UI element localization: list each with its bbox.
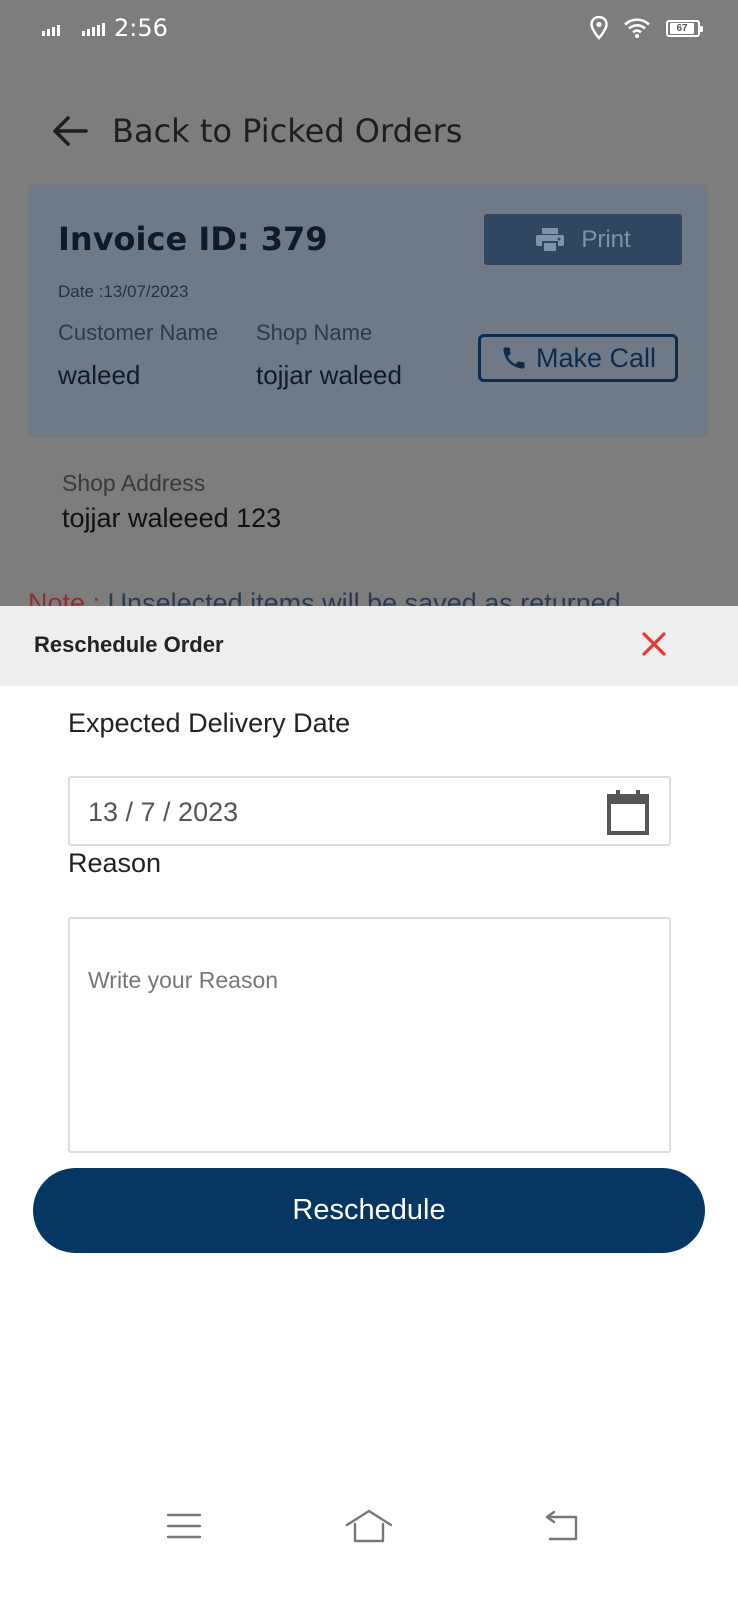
page-title: Back to Picked Orders — [112, 112, 463, 150]
signal-icon-2 — [82, 22, 105, 36]
print-button[interactable]: Print — [484, 214, 682, 265]
make-call-button[interactable]: Make Call — [478, 334, 678, 382]
battery-level: 67 — [670, 22, 694, 34]
invoice-date: Date :13/07/2023 — [58, 282, 189, 301]
system-nav-bar — [0, 1500, 738, 1600]
calendar-icon[interactable] — [607, 790, 649, 836]
status-time: 2:56 — [114, 14, 168, 42]
expected-delivery-date-input[interactable]: 13 / 7 / 2023 — [68, 776, 671, 846]
battery-icon: 67 — [666, 19, 703, 37]
phone-icon — [503, 347, 525, 369]
status-bar: 2:56 67 — [0, 0, 738, 60]
reschedule-button[interactable]: Reschedule — [33, 1168, 705, 1253]
menu-icon[interactable] — [166, 1512, 202, 1540]
background-page: 2:56 67 Back to Picked Orders Invoice ID… — [0, 0, 738, 606]
wifi-icon — [624, 18, 650, 38]
reason-placeholder: Write your Reason — [88, 967, 279, 993]
back-nav-icon[interactable] — [542, 1510, 582, 1542]
date-value: 13 / 7 / 2023 — [88, 797, 239, 827]
customer-name-label: Customer Name — [58, 320, 219, 345]
printer-icon — [536, 227, 565, 253]
note-prefix: Note : — [28, 588, 101, 606]
arrow-left-icon[interactable] — [52, 115, 88, 147]
home-icon[interactable] — [344, 1508, 394, 1544]
shop-name-label: Shop Name — [256, 320, 373, 345]
note-text: Note : Unselected items will be saved as… — [28, 588, 621, 606]
location-icon — [590, 16, 608, 40]
sheet-title: Reschedule Order — [34, 632, 224, 657]
invoice-id: Invoice ID: 379 — [58, 220, 328, 258]
print-label: Print — [581, 225, 631, 253]
expected-delivery-date-label: Expected Delivery Date — [68, 708, 351, 738]
shop-address-value: tojjar waleeed 123 — [62, 503, 282, 533]
customer-name-value: waleed — [58, 360, 141, 390]
make-call-label: Make Call — [535, 342, 657, 373]
shop-address-label: Shop Address — [62, 470, 206, 496]
back-to-picked-orders[interactable]: Back to Picked Orders — [52, 112, 462, 150]
close-icon[interactable] — [636, 626, 672, 662]
reschedule-label: Reschedule — [292, 1194, 446, 1226]
note-body: Unselected items will be saved as return… — [107, 588, 621, 606]
sheet-header: Reschedule Order — [0, 606, 738, 686]
reschedule-order-sheet: Reschedule Order Expected Delivery Date … — [0, 606, 738, 1600]
shop-name-value: tojjar waleed — [256, 360, 402, 390]
invoice-card: Invoice ID: 379 Date :13/07/2023 Custome… — [28, 184, 708, 438]
reason-textarea[interactable]: Write your Reason — [68, 917, 671, 1153]
signal-icon — [42, 22, 60, 36]
reason-label: Reason — [68, 848, 162, 878]
